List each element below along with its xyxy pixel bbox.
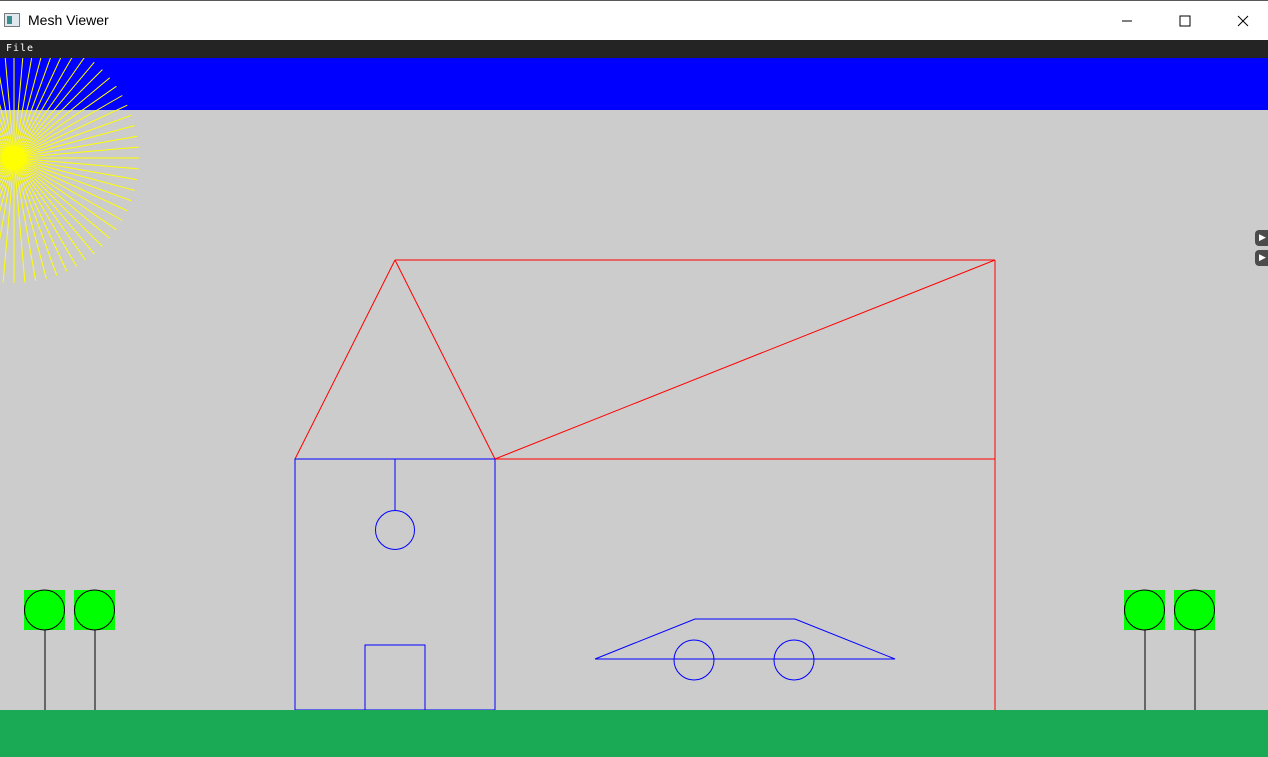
play-arrow-icon[interactable]: ▶	[1255, 250, 1268, 266]
window-title: Mesh Viewer	[28, 12, 109, 28]
tree-leaf-circle	[74, 589, 115, 631]
tree-leaf-circle	[1124, 589, 1165, 631]
close-icon	[1237, 15, 1249, 27]
minimize-button[interactable]	[1098, 1, 1156, 41]
mesh-canvas[interactable]	[0, 58, 1268, 757]
maximize-button[interactable]	[1156, 1, 1214, 41]
ground	[0, 710, 1268, 757]
sun-core	[2, 146, 26, 170]
close-button[interactable]	[1214, 1, 1268, 41]
maximize-icon	[1179, 15, 1191, 27]
mesh-viewer-window: Mesh Viewer File ▶ ▶	[0, 0, 1268, 757]
minimize-icon	[1122, 20, 1132, 22]
sky	[0, 58, 1268, 110]
tree-leaf-circle	[24, 589, 65, 631]
scene-background	[0, 58, 1268, 757]
play-arrow-icon[interactable]: ▶	[1255, 230, 1268, 246]
menu-file[interactable]: File	[6, 43, 34, 54]
app-icon	[4, 13, 20, 27]
title-bar[interactable]: Mesh Viewer	[0, 0, 1268, 40]
menu-bar: File	[0, 40, 1268, 58]
tree-leaf-circle	[1174, 589, 1215, 631]
